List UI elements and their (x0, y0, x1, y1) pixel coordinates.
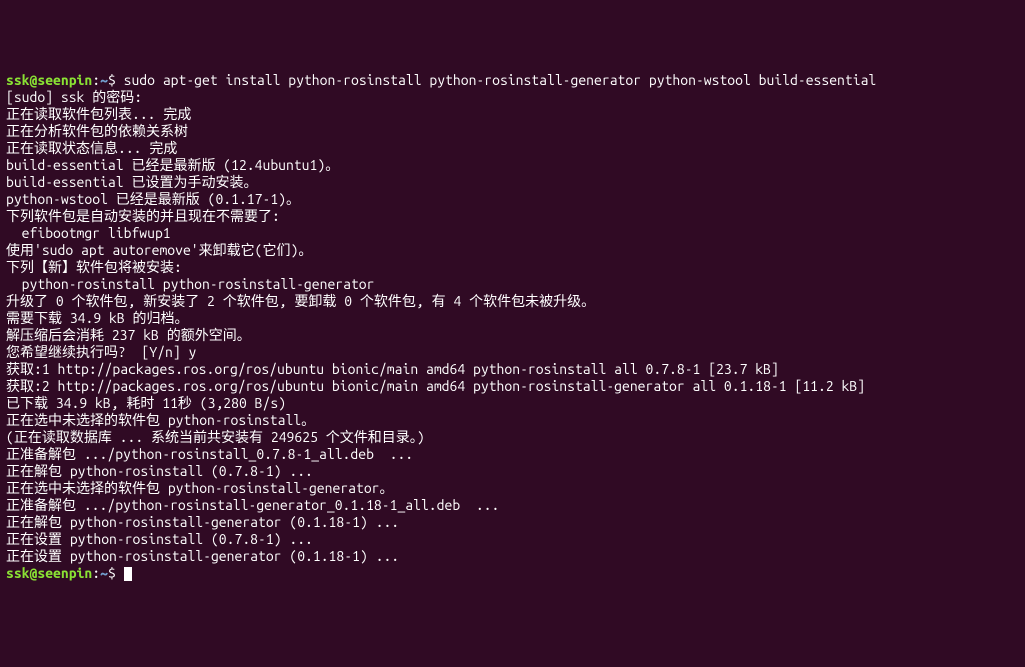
output-line: 正准备解包 .../python-rosinstall_0.7.8-1_all.… (6, 446, 1019, 463)
command-input: sudo apt-get install python-rosinstall p… (124, 72, 877, 88)
output-line: 正准备解包 .../python-rosinstall-generator_0.… (6, 497, 1019, 514)
output-line: 下列软件包是自动安装的并且现在不需要了: (6, 208, 1019, 225)
output-line: 您希望继续执行吗? [Y/n] y (6, 344, 1019, 361)
output-line: [sudo] ssk 的密码: (6, 89, 1019, 106)
cwd: ~ (100, 565, 108, 581)
prompt-line: ssk@seenpin:~$ sudo apt-get install pyth… (6, 72, 1019, 89)
output-line: 升级了 0 个软件包, 新安装了 2 个软件包, 要卸载 0 个软件包, 有 4… (6, 293, 1019, 310)
output-line: python-wstool 已经是最新版 (0.1.17-1)。 (6, 191, 1019, 208)
output-line: python-rosinstall python-rosinstall-gene… (6, 276, 1019, 293)
output-line: 正在解包 python-rosinstall (0.7.8-1) ... (6, 463, 1019, 480)
output-line: 正在读取软件包列表... 完成 (6, 106, 1019, 123)
output-line: 正在设置 python-rosinstall-generator (0.1.18… (6, 548, 1019, 565)
output-line: 正在选中未选择的软件包 python-rosinstall-generator。 (6, 480, 1019, 497)
terminal-output[interactable]: ssk@seenpin:~$ sudo apt-get install pyth… (6, 72, 1019, 582)
output-line: 使用'sudo apt autoremove'来卸载它(它们)。 (6, 242, 1019, 259)
output-line: 正在选中未选择的软件包 python-rosinstall。 (6, 412, 1019, 429)
user-host: ssk@seenpin (6, 72, 92, 88)
user-host: ssk@seenpin (6, 565, 92, 581)
cursor[interactable] (124, 567, 132, 581)
prompt-line: ssk@seenpin:~$ (6, 565, 1019, 582)
output-line: 正在设置 python-rosinstall (0.7.8-1) ... (6, 531, 1019, 548)
output-line: build-essential 已设置为手动安装。 (6, 174, 1019, 191)
output-line: 获取:2 http://packages.ros.org/ros/ubuntu … (6, 378, 1019, 395)
output-line: 下列【新】软件包将被安装: (6, 259, 1019, 276)
output-line: 获取:1 http://packages.ros.org/ros/ubuntu … (6, 361, 1019, 378)
output-line: 正在分析软件包的依赖关系树 (6, 123, 1019, 140)
cwd: ~ (100, 72, 108, 88)
output-line: efibootmgr libfwup1 (6, 225, 1019, 242)
output-line: 已下载 34.9 kB, 耗时 11秒 (3,280 B/s) (6, 395, 1019, 412)
output-line: 解压缩后会消耗 237 kB 的额外空间。 (6, 327, 1019, 344)
output-line: 正在解包 python-rosinstall-generator (0.1.18… (6, 514, 1019, 531)
output-line: build-essential 已经是最新版 (12.4ubuntu1)。 (6, 157, 1019, 174)
output-line: (正在读取数据库 ... 系统当前共安装有 249625 个文件和目录。) (6, 429, 1019, 446)
output-line: 正在读取状态信息... 完成 (6, 140, 1019, 157)
output-line: 需要下载 34.9 kB 的归档。 (6, 310, 1019, 327)
